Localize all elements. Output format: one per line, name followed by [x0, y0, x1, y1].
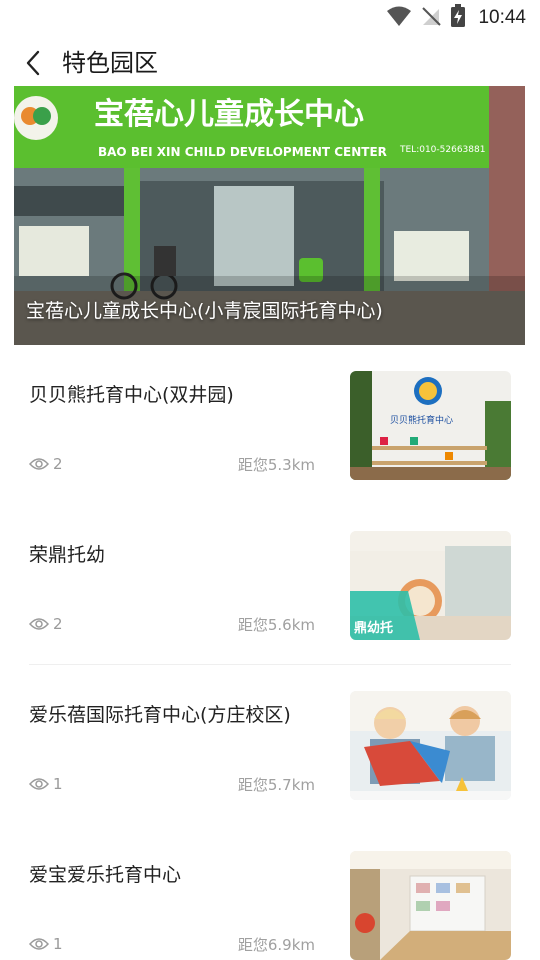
status-icons: 10:44 — [386, 4, 526, 32]
eye-icon — [29, 618, 49, 630]
status-time: 10:44 — [478, 7, 526, 28]
view-count: 2 — [29, 455, 63, 473]
chevron-left-icon — [26, 50, 40, 76]
eye-icon — [29, 938, 49, 950]
distance: 距您6.9km — [237, 936, 315, 954]
center-name: 荣鼎托幼 — [29, 544, 106, 566]
center-thumbnail — [350, 851, 511, 960]
view-count: 2 — [29, 615, 63, 633]
eye-icon — [29, 778, 49, 790]
no-signal-icon — [420, 5, 442, 31]
center-thumbnail: 贝贝熊托育中心 — [350, 371, 511, 480]
distance: 距您5.7km — [237, 776, 315, 794]
page-title: 特色园区 — [62, 49, 158, 77]
view-count-value: 2 — [53, 455, 63, 473]
list-item[interactable]: 爱宝爱乐托育中心 1 距您6.9km — [0, 825, 540, 960]
center-thumbnail — [350, 691, 511, 800]
view-count-value: 2 — [53, 615, 63, 633]
battery-charging-icon — [450, 4, 466, 32]
banner-sign-en: BAO BEI XIN CHILD DEVELOPMENT CENTER — [98, 145, 387, 159]
banner-caption: 宝蓓心儿童成长中心(小青宸国际托育中心) — [26, 300, 383, 322]
featured-banner[interactable]: 宝蓓心儿童成长中心 BAO BEI XIN CHILD DEVELOPMENT … — [14, 86, 525, 345]
list-item[interactable]: 贝贝熊托育中心(双井园) 2 距您5.3km 贝贝熊托育中心 — [0, 345, 540, 505]
center-list: 贝贝熊托育中心(双井园) 2 距您5.3km 贝贝熊托育中心 荣鼎托幼 2 距您… — [0, 345, 540, 960]
center-name: 爱乐蓓国际托育中心(方庄校区) — [29, 704, 291, 726]
list-item[interactable]: 爱乐蓓国际托育中心(方庄校区) 1 距您5.7km — [0, 665, 540, 825]
back-button[interactable] — [18, 48, 48, 78]
status-bar: 10:44 — [0, 0, 540, 36]
view-count: 1 — [29, 775, 63, 793]
distance: 距您5.3km — [237, 456, 315, 474]
header: 特色园区 — [0, 38, 540, 86]
center-thumbnail: 鼎幼托 — [350, 531, 511, 640]
view-count-value: 1 — [53, 935, 63, 953]
view-count-value: 1 — [53, 775, 63, 793]
list-item[interactable]: 荣鼎托幼 2 距您5.6km 鼎幼托 — [0, 505, 540, 665]
eye-icon — [29, 458, 49, 470]
thumb-sign-text: 鼎幼托 — [354, 620, 393, 636]
center-name: 爱宝爱乐托育中心 — [29, 864, 182, 886]
banner-sign-tel: TEL:010-52663881 — [399, 145, 485, 155]
wifi-icon — [386, 5, 412, 31]
center-name: 贝贝熊托育中心(双井园) — [29, 384, 234, 406]
banner-sign-cn: 宝蓓心儿童成长中心 — [94, 97, 364, 132]
view-count: 1 — [29, 935, 63, 953]
distance: 距您5.6km — [237, 616, 315, 634]
thumb-sign-text: 贝贝熊托育中心 — [390, 414, 453, 426]
